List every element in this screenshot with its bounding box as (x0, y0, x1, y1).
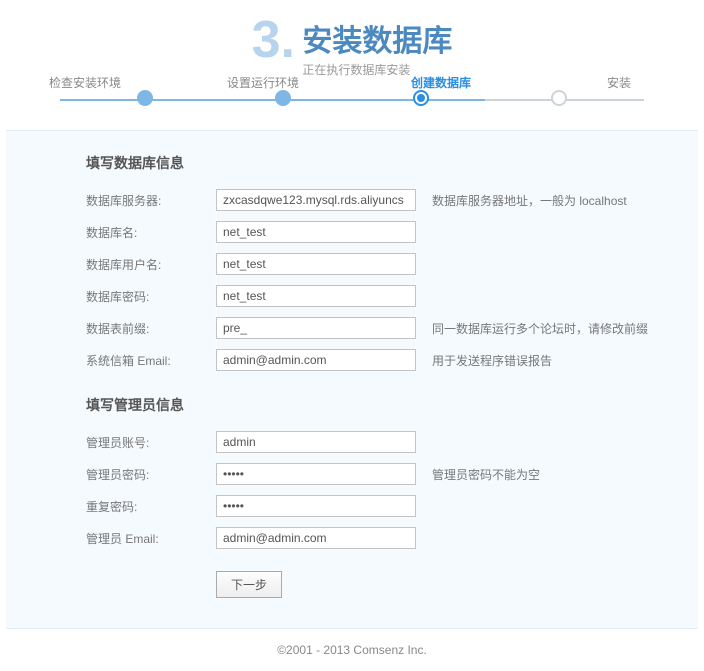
db-user-input[interactable] (216, 253, 416, 275)
db-section-title: 填写数据库信息 (86, 153, 698, 173)
db-host-label: 数据库服务器: (86, 192, 216, 209)
admin-pass-label: 管理员密码: (86, 466, 216, 483)
progress-dot (275, 90, 291, 106)
admin-email-label: 管理员 Email: (86, 530, 216, 547)
db-user-label: 数据库用户名: (86, 256, 216, 273)
db-prefix-hint: 同一数据库运行多个论坛时，请修改前缀 (432, 320, 648, 337)
db-name-input[interactable] (216, 221, 416, 243)
db-pass-input[interactable] (216, 285, 416, 307)
db-prefix-input[interactable] (216, 317, 416, 339)
page-title: 安装数据库 (302, 16, 452, 60)
db-name-label: 数据库名: (86, 224, 216, 241)
form-area: 填写数据库信息 数据库服务器: 数据库服务器地址，一般为 localhost 数… (6, 130, 698, 629)
admin-pass2-input[interactable] (216, 495, 416, 517)
next-button[interactable]: 下一步 (216, 571, 282, 598)
admin-pass-hint: 管理员密码不能为空 (432, 466, 540, 483)
admin-pass-input[interactable] (216, 463, 416, 485)
footer-text: ©2001 - 2013 Comsenz Inc. (0, 629, 704, 671)
progress-dot (413, 90, 429, 106)
sys-email-input[interactable] (216, 349, 416, 371)
sys-email-hint: 用于发送程序错误报告 (432, 352, 552, 369)
db-prefix-label: 数据表前缀: (86, 320, 216, 337)
progress-step-label: 设置运行环境 (218, 74, 308, 91)
admin-section-title: 填写管理员信息 (86, 395, 698, 415)
progress-dot (137, 90, 153, 106)
progress-bar: 检查安装环境 设置运行环境 创建数据库 安装 (30, 90, 674, 110)
db-pass-label: 数据库密码: (86, 288, 216, 305)
sys-email-label: 系统信箱 Email: (86, 352, 216, 369)
db-host-hint: 数据库服务器地址，一般为 localhost (432, 192, 627, 209)
admin-email-input[interactable] (216, 527, 416, 549)
progress-dot (551, 90, 567, 106)
db-host-input[interactable] (216, 189, 416, 211)
progress-step-label: 安装 (574, 74, 664, 91)
progress-step-label: 创建数据库 (396, 74, 486, 91)
admin-acct-label: 管理员账号: (86, 434, 216, 451)
step-number: 3. (252, 10, 295, 70)
admin-acct-input[interactable] (216, 431, 416, 453)
admin-pass2-label: 重复密码: (86, 498, 216, 515)
progress-step-label: 检查安装环境 (40, 74, 130, 91)
